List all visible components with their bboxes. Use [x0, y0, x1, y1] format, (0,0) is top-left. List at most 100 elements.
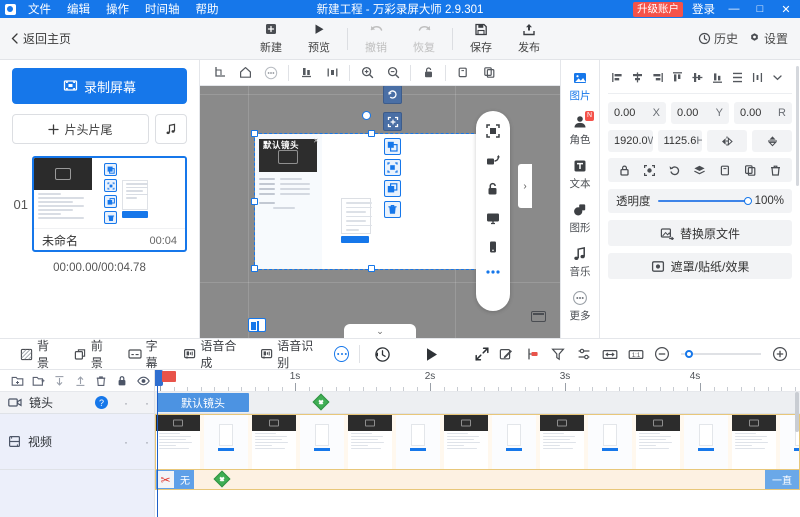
opacity-slider[interactable] [657, 197, 752, 205]
canvas-stage[interactable]: 默认镜头 ✕ › ⌄ [200, 86, 560, 338]
menu-item-help[interactable]: 帮助 [188, 0, 227, 18]
rotate-reset-button[interactable] [383, 86, 402, 104]
add-track-icon[interactable] [8, 372, 26, 390]
monitor-icon[interactable] [485, 210, 501, 226]
distribute-h-icon[interactable] [319, 61, 345, 85]
back-to-home-button[interactable]: 返回主页 [0, 30, 71, 47]
crop-icon[interactable] [206, 61, 232, 85]
split-icon[interactable] [520, 342, 544, 366]
preview-button[interactable]: 预览 [295, 19, 343, 59]
opacity-slider-knob[interactable] [743, 197, 752, 205]
add-folder-icon[interactable] [29, 372, 47, 390]
align-top-icon[interactable] [668, 68, 687, 87]
zoom-in-icon[interactable] [354, 61, 380, 85]
timeline-vertical-scrollbar[interactable] [794, 392, 800, 452]
settings-button[interactable]: 设置 [748, 30, 788, 47]
history-button[interactable]: 历史 [698, 30, 738, 47]
record-screen-button[interactable]: 录制屏幕 [12, 68, 187, 104]
track-header-video[interactable]: 视频 · · [0, 414, 154, 470]
background-button[interactable]: 背景 [12, 339, 66, 370]
undo-button[interactable]: 撤销 [352, 19, 400, 59]
align-middle-v-icon[interactable] [688, 68, 707, 87]
loop-chip[interactable]: 一直 [765, 470, 799, 489]
align-bottom-icon[interactable] [708, 68, 727, 87]
rail-item-image[interactable]: 图片 [562, 70, 598, 103]
timeline-tracks[interactable]: 0s 1s 2s 3s 4s 默认镜头 无 ✂ 一直 [155, 370, 800, 517]
timeline-revert-button[interactable] [370, 341, 394, 367]
paste-icon[interactable] [741, 160, 761, 180]
add-titles-button[interactable]: 片头片尾 [12, 114, 149, 144]
rotate-handle[interactable] [362, 111, 371, 120]
stt-button[interactable]: 语音识别 [251, 339, 328, 370]
mask-sticker-effect-button[interactable]: 遮罩/贴纸/效果 [608, 253, 792, 279]
rotation-field[interactable]: 0.00 R [734, 102, 792, 124]
flip-horizontal-icon[interactable] [707, 130, 747, 152]
align-bottom-icon[interactable] [293, 61, 319, 85]
save-button[interactable]: 保存 [457, 19, 505, 59]
timeline-play-button[interactable] [420, 341, 444, 367]
move-up-icon[interactable] [71, 372, 89, 390]
width-field[interactable]: 1920.0 W [608, 130, 653, 152]
video-track[interactable] [155, 414, 800, 470]
scale-1-1-icon[interactable]: 1:1 [624, 342, 648, 366]
fit-width-icon[interactable] [598, 342, 622, 366]
reset-icon[interactable] [665, 160, 685, 180]
foreground-button[interactable]: 前景 [66, 339, 120, 370]
unlock-icon[interactable] [485, 181, 501, 197]
rail-item-character[interactable]: N 角色 [562, 111, 598, 147]
tts-button[interactable]: 语音合成 [174, 339, 251, 370]
lens-track[interactable]: 默认镜头 [155, 392, 800, 414]
menu-item-edit[interactable]: 编辑 [59, 0, 98, 18]
replace-icon[interactable] [384, 138, 401, 155]
rail-item-music[interactable]: 音乐 [562, 246, 598, 279]
resize-handle-bc[interactable] [368, 265, 375, 272]
filter-icon[interactable] [546, 342, 570, 366]
track-help-icon[interactable]: ? [95, 396, 108, 409]
eye-icon[interactable] [134, 372, 152, 390]
music-button[interactable] [155, 114, 187, 144]
unlock-icon[interactable] [415, 61, 441, 85]
menu-item-operate[interactable]: 操作 [98, 0, 137, 18]
align-right-icon[interactable] [648, 68, 667, 87]
chevron-down-icon[interactable] [768, 68, 787, 87]
align-center-h-icon[interactable] [628, 68, 647, 87]
effects-row[interactable]: 无 ✂ 一直 [155, 470, 800, 490]
upgrade-account-button[interactable]: 升级账户 [633, 1, 683, 17]
more-circle-icon[interactable] [258, 61, 284, 85]
replace-source-button[interactable]: 替换原文件 [608, 220, 792, 246]
rail-item-shape[interactable]: 图形 [562, 202, 598, 235]
duplicate-icon[interactable] [476, 61, 502, 85]
delete-icon[interactable] [766, 160, 786, 180]
canvas-collapse-tab[interactable]: ⌄ [344, 324, 416, 338]
layer-icon[interactable] [384, 180, 401, 197]
close-button[interactable]: ✕ [776, 0, 796, 18]
object-close-icon[interactable]: ✕ [313, 137, 319, 145]
properties-scrollbar[interactable] [796, 66, 799, 186]
home-icon[interactable] [232, 61, 258, 85]
adjust-icon[interactable] [572, 342, 596, 366]
align-left-icon[interactable] [608, 68, 627, 87]
height-field[interactable]: 1125.6 H [657, 130, 702, 152]
track-header-lens[interactable]: 镜头 ? · · [0, 392, 154, 414]
lock-icon[interactable] [614, 160, 634, 180]
playhead[interactable] [155, 370, 176, 517]
copy-icon[interactable] [450, 61, 476, 85]
effect-keyframe[interactable] [213, 470, 231, 488]
login-button[interactable]: 登录 [689, 1, 718, 17]
menu-item-timeline[interactable]: 时间轴 [137, 0, 188, 18]
resize-handle-ml[interactable] [251, 198, 258, 205]
track-video-dot-2[interactable]: · [140, 435, 154, 449]
resize-handle-tl[interactable] [251, 130, 258, 137]
more-dots-icon[interactable] [484, 268, 502, 276]
lock-track-icon[interactable] [113, 372, 131, 390]
crop-frame-icon[interactable] [384, 159, 401, 176]
rail-item-text[interactable]: 文本 [562, 158, 598, 191]
layers-icon[interactable] [690, 160, 710, 180]
resize-handle-bl[interactable] [251, 265, 258, 272]
flip-vertical-icon[interactable] [752, 130, 792, 152]
delete-track-icon[interactable] [92, 372, 110, 390]
publish-button[interactable]: 发布 [505, 19, 553, 59]
menu-item-file[interactable]: 文件 [20, 0, 59, 18]
clip-card[interactable]: 未命名 00:04 [32, 156, 187, 252]
copy-icon[interactable] [715, 160, 735, 180]
